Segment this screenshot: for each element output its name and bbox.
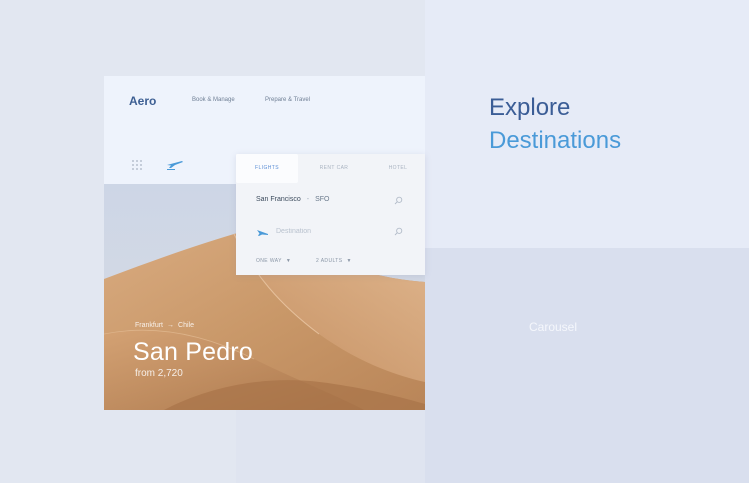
- destination-city-title: San Pedro: [133, 338, 253, 366]
- search-icon[interactable]: [394, 196, 403, 205]
- passengers-dropdown[interactable]: 2 ADULTS ▼: [316, 258, 352, 264]
- app-logo[interactable]: Aero: [129, 94, 156, 108]
- headline-destinations: Destinations: [489, 127, 622, 154]
- grid-menu-icon[interactable]: [131, 159, 143, 171]
- origin-field[interactable]: San Francisco - SFO: [256, 196, 329, 203]
- tab-hotel[interactable]: HOTEL: [376, 154, 420, 183]
- carousel-area: [425, 248, 749, 483]
- chevron-down-icon: ▼: [346, 258, 352, 264]
- trip-type-dropdown[interactable]: ONE WAY ▼: [256, 258, 291, 264]
- origin-code: SFO: [315, 196, 330, 203]
- tab-flights[interactable]: FLIGHTS: [236, 154, 298, 183]
- plane-landing-icon: [257, 230, 268, 236]
- origin-separator: -: [306, 196, 310, 203]
- destination-input[interactable]: [276, 224, 386, 239]
- route-label: Frankfurt → Chile: [135, 322, 194, 329]
- nav-book-manage[interactable]: Book & Manage: [192, 97, 235, 103]
- headline-explore: Explore: [489, 94, 571, 121]
- nav-prepare-travel[interactable]: Prepare & Travel: [265, 97, 310, 103]
- tab-rent-car[interactable]: RENT CAR: [308, 154, 360, 183]
- route-arrow-icon: →: [167, 322, 175, 329]
- chevron-down-icon: ▼: [285, 258, 292, 264]
- origin-city: San Francisco: [256, 196, 301, 203]
- search-icon[interactable]: [394, 227, 403, 236]
- route-from: Frankfurt: [135, 322, 164, 329]
- route-to: Chile: [178, 322, 194, 329]
- flight-search-panel: FLIGHTS RENT CAR HOTEL San Francisco - SFO…: [236, 154, 425, 275]
- carousel-label[interactable]: Carousel: [529, 320, 577, 334]
- trip-type-value: ONE WAY: [256, 258, 282, 264]
- background-panel-bottom: [236, 410, 425, 483]
- passengers-value: 2 ADULTS: [316, 258, 343, 264]
- background-panel-top-right: [425, 0, 749, 248]
- destination-price: from 2,720: [135, 368, 183, 379]
- plane-icon[interactable]: [166, 158, 184, 170]
